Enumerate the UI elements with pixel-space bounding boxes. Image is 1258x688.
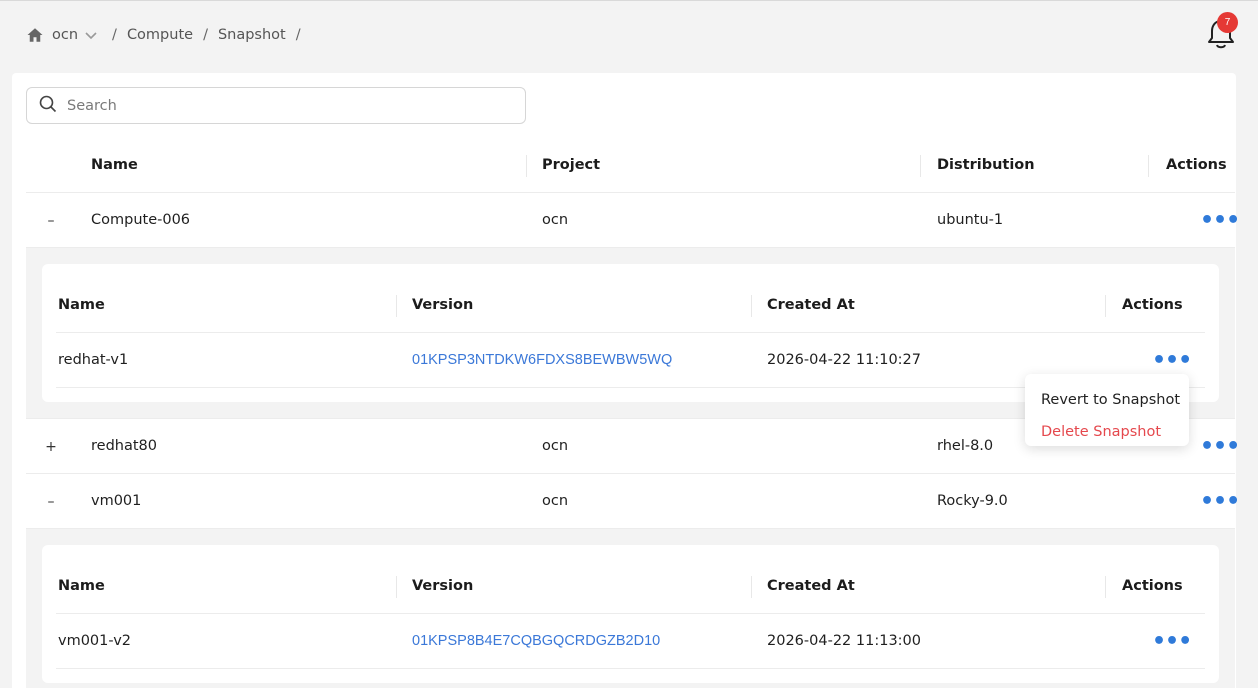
chevron-down-icon[interactable] bbox=[84, 28, 98, 42]
table-row: – vm001 ocn Rocky-9.0 ••• bbox=[26, 474, 1240, 529]
column-divider bbox=[751, 576, 752, 598]
breadcrumb-separator: / bbox=[295, 27, 301, 43]
snapshot-actions-icon[interactable]: ••• bbox=[1152, 614, 1192, 668]
row-project: ocn bbox=[542, 493, 569, 509]
snapshot-version-link[interactable]: 01KPSP8B4E7CQBGQCRDGZB2D10 bbox=[412, 614, 660, 668]
row-distribution: ubuntu-1 bbox=[937, 212, 1004, 228]
sub-header-name: Name bbox=[58, 578, 105, 594]
breadcrumb-compute[interactable]: Compute bbox=[127, 27, 193, 43]
expanded-row-area: Name Version Created At Actions vm001-v2… bbox=[26, 529, 1235, 688]
header-project: Project bbox=[542, 157, 601, 173]
row-project: ocn bbox=[542, 438, 569, 454]
expand-toggle[interactable]: + bbox=[43, 439, 59, 455]
column-divider bbox=[396, 576, 397, 598]
delete-snapshot-menu-item[interactable]: Delete Snapshot bbox=[1025, 416, 1189, 448]
table-row: – Compute-006 ocn ubuntu-1 ••• bbox=[26, 193, 1240, 248]
column-divider bbox=[1105, 576, 1106, 598]
row-project: ocn bbox=[542, 212, 569, 228]
column-divider bbox=[1105, 295, 1106, 317]
collapse-toggle[interactable]: – bbox=[43, 213, 59, 229]
snapshot-version-link[interactable]: 01KPSP3NTDKW6FDXS8BEWBW5WQ bbox=[412, 333, 672, 387]
sub-header-actions: Actions bbox=[1122, 297, 1183, 313]
top-bar: ocn / Compute / Snapshot / 7 bbox=[0, 1, 1258, 71]
snapshot-subtable: Name Version Created At Actions vm001-v2… bbox=[42, 545, 1219, 683]
subtable-header: Name Version Created At Actions bbox=[56, 278, 1205, 333]
collapse-toggle[interactable]: – bbox=[43, 494, 59, 510]
sub-header-actions: Actions bbox=[1122, 578, 1183, 594]
snapshot-row: vm001-v2 01KPSP8B4E7CQBGQCRDGZB2D10 2026… bbox=[56, 614, 1205, 669]
breadcrumb-separator: / bbox=[203, 27, 208, 43]
home-icon[interactable] bbox=[26, 26, 44, 44]
snapshot-actions-menu: Revert to Snapshot Delete Snapshot bbox=[1025, 374, 1189, 446]
row-name: vm001 bbox=[91, 493, 142, 509]
row-actions-icon[interactable]: ••• bbox=[1200, 193, 1240, 247]
sub-header-created-at: Created At bbox=[767, 297, 855, 313]
header-name: Name bbox=[91, 157, 138, 173]
column-divider bbox=[396, 295, 397, 317]
breadcrumb-separator: / bbox=[112, 27, 117, 43]
column-divider bbox=[526, 155, 527, 177]
breadcrumb-project[interactable]: ocn bbox=[52, 27, 78, 43]
subtable-header: Name Version Created At Actions bbox=[56, 559, 1205, 614]
search-icon bbox=[39, 95, 57, 117]
breadcrumb-snapshot[interactable]: Snapshot bbox=[218, 27, 286, 43]
table-header: Name Project Distribution Actions bbox=[26, 138, 1235, 193]
row-actions-icon[interactable]: ••• bbox=[1200, 419, 1240, 473]
sub-header-version: Version bbox=[412, 297, 474, 313]
breadcrumb: ocn / Compute / Snapshot / bbox=[26, 25, 311, 45]
snapshot-created-at: 2026-04-22 11:10:27 bbox=[767, 352, 921, 368]
snapshot-name: redhat-v1 bbox=[58, 352, 129, 368]
sub-header-version: Version bbox=[412, 578, 474, 594]
row-name: Compute-006 bbox=[91, 212, 191, 228]
snapshot-created-at: 2026-04-22 11:13:00 bbox=[767, 633, 921, 649]
header-distribution: Distribution bbox=[937, 157, 1035, 173]
header-actions: Actions bbox=[1166, 157, 1227, 173]
search-input[interactable] bbox=[67, 97, 507, 114]
snapshot-name: vm001-v2 bbox=[58, 633, 132, 649]
column-divider bbox=[751, 295, 752, 317]
search-box bbox=[26, 87, 526, 124]
column-divider bbox=[920, 155, 921, 177]
row-name: redhat80 bbox=[91, 438, 157, 454]
row-distribution: rhel-8.0 bbox=[937, 438, 994, 454]
revert-to-snapshot-menu-item[interactable]: Revert to Snapshot bbox=[1025, 384, 1189, 416]
row-actions-icon[interactable]: ••• bbox=[1200, 474, 1240, 528]
sub-header-name: Name bbox=[58, 297, 105, 313]
column-divider bbox=[1148, 155, 1149, 177]
sub-header-created-at: Created At bbox=[767, 578, 855, 594]
notification-count-badge: 7 bbox=[1217, 12, 1238, 33]
row-distribution: Rocky-9.0 bbox=[937, 493, 1008, 509]
